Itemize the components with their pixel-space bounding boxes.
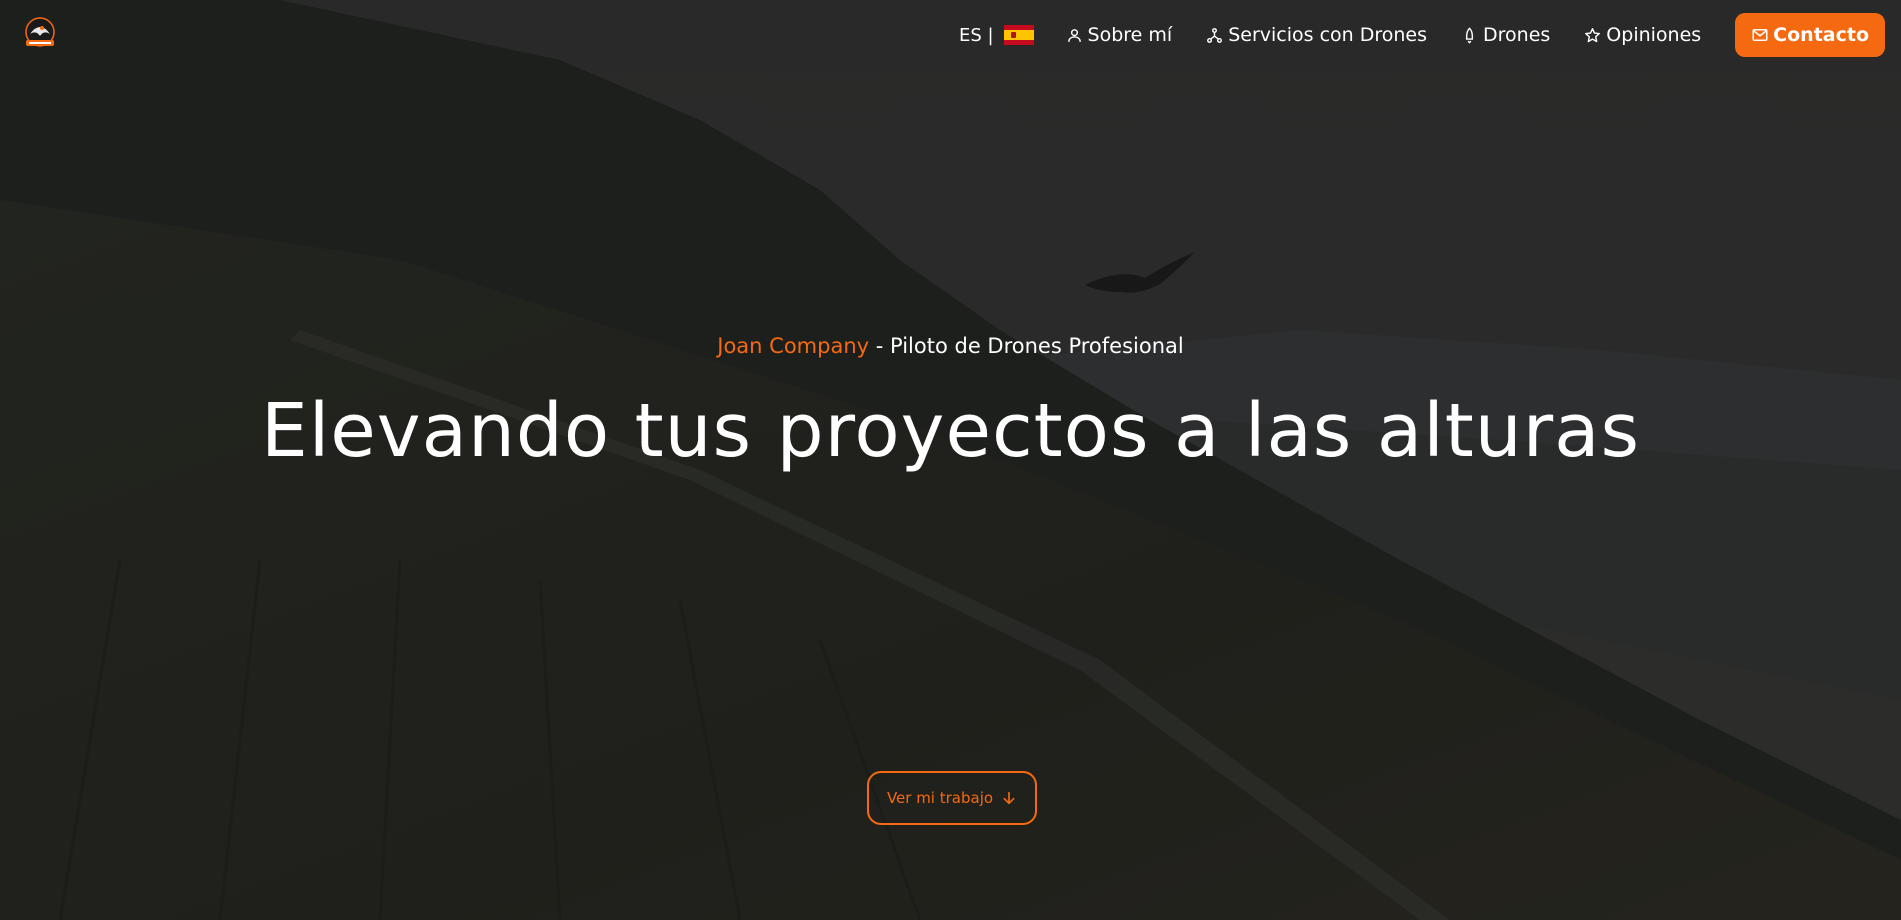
language-code: ES | — [958, 24, 994, 46]
nav-link-sobre-mi[interactable]: Sobre mí — [1066, 24, 1173, 46]
hero-section: ES | Sobre mí Servicios con Drones Drone… — [0, 0, 1901, 920]
nav-link-label: Sobre mí — [1087, 24, 1173, 46]
nav-link-drones[interactable]: Drones — [1461, 24, 1550, 46]
arrow-down-icon — [1003, 791, 1015, 805]
contact-button[interactable]: Contacto — [1735, 13, 1885, 57]
falcon-logo[interactable] — [20, 16, 60, 52]
nav-link-label: Servicios con Drones — [1228, 24, 1428, 46]
drone-network-icon — [1207, 27, 1223, 43]
view-work-label: Ver mi trabajo — [886, 789, 994, 807]
nav-link-label: Drones — [1483, 24, 1551, 46]
view-work-button[interactable]: Ver mi trabajo — [867, 771, 1037, 825]
nav-menu: ES | Sobre mí Servicios con Drones Drone… — [959, 13, 1885, 57]
hero-headline: Elevando tus proyectos a las alturas — [260, 388, 1641, 474]
user-icon — [1067, 28, 1081, 42]
nav-link-opiniones[interactable]: Opiniones — [1584, 24, 1701, 46]
hero-subtitle: Joan Company - Piloto de Drones Profesio… — [0, 334, 1901, 358]
mail-icon — [1752, 29, 1768, 41]
star-icon — [1585, 27, 1601, 42]
top-navigation: ES | Sobre mí Servicios con Drones Drone… — [0, 0, 1901, 66]
spain-flag-icon — [1003, 25, 1034, 45]
nav-link-servicios[interactable]: Servicios con Drones — [1206, 24, 1427, 46]
pilot-role: - Piloto de Drones Profesional — [869, 334, 1184, 358]
contact-button-label: Contacto — [1773, 24, 1869, 46]
nav-link-label: Opiniones — [1606, 24, 1702, 46]
language-selector[interactable]: ES | — [959, 25, 1034, 46]
rocket-icon — [1465, 26, 1474, 44]
pilot-name: Joan Company — [717, 334, 870, 358]
